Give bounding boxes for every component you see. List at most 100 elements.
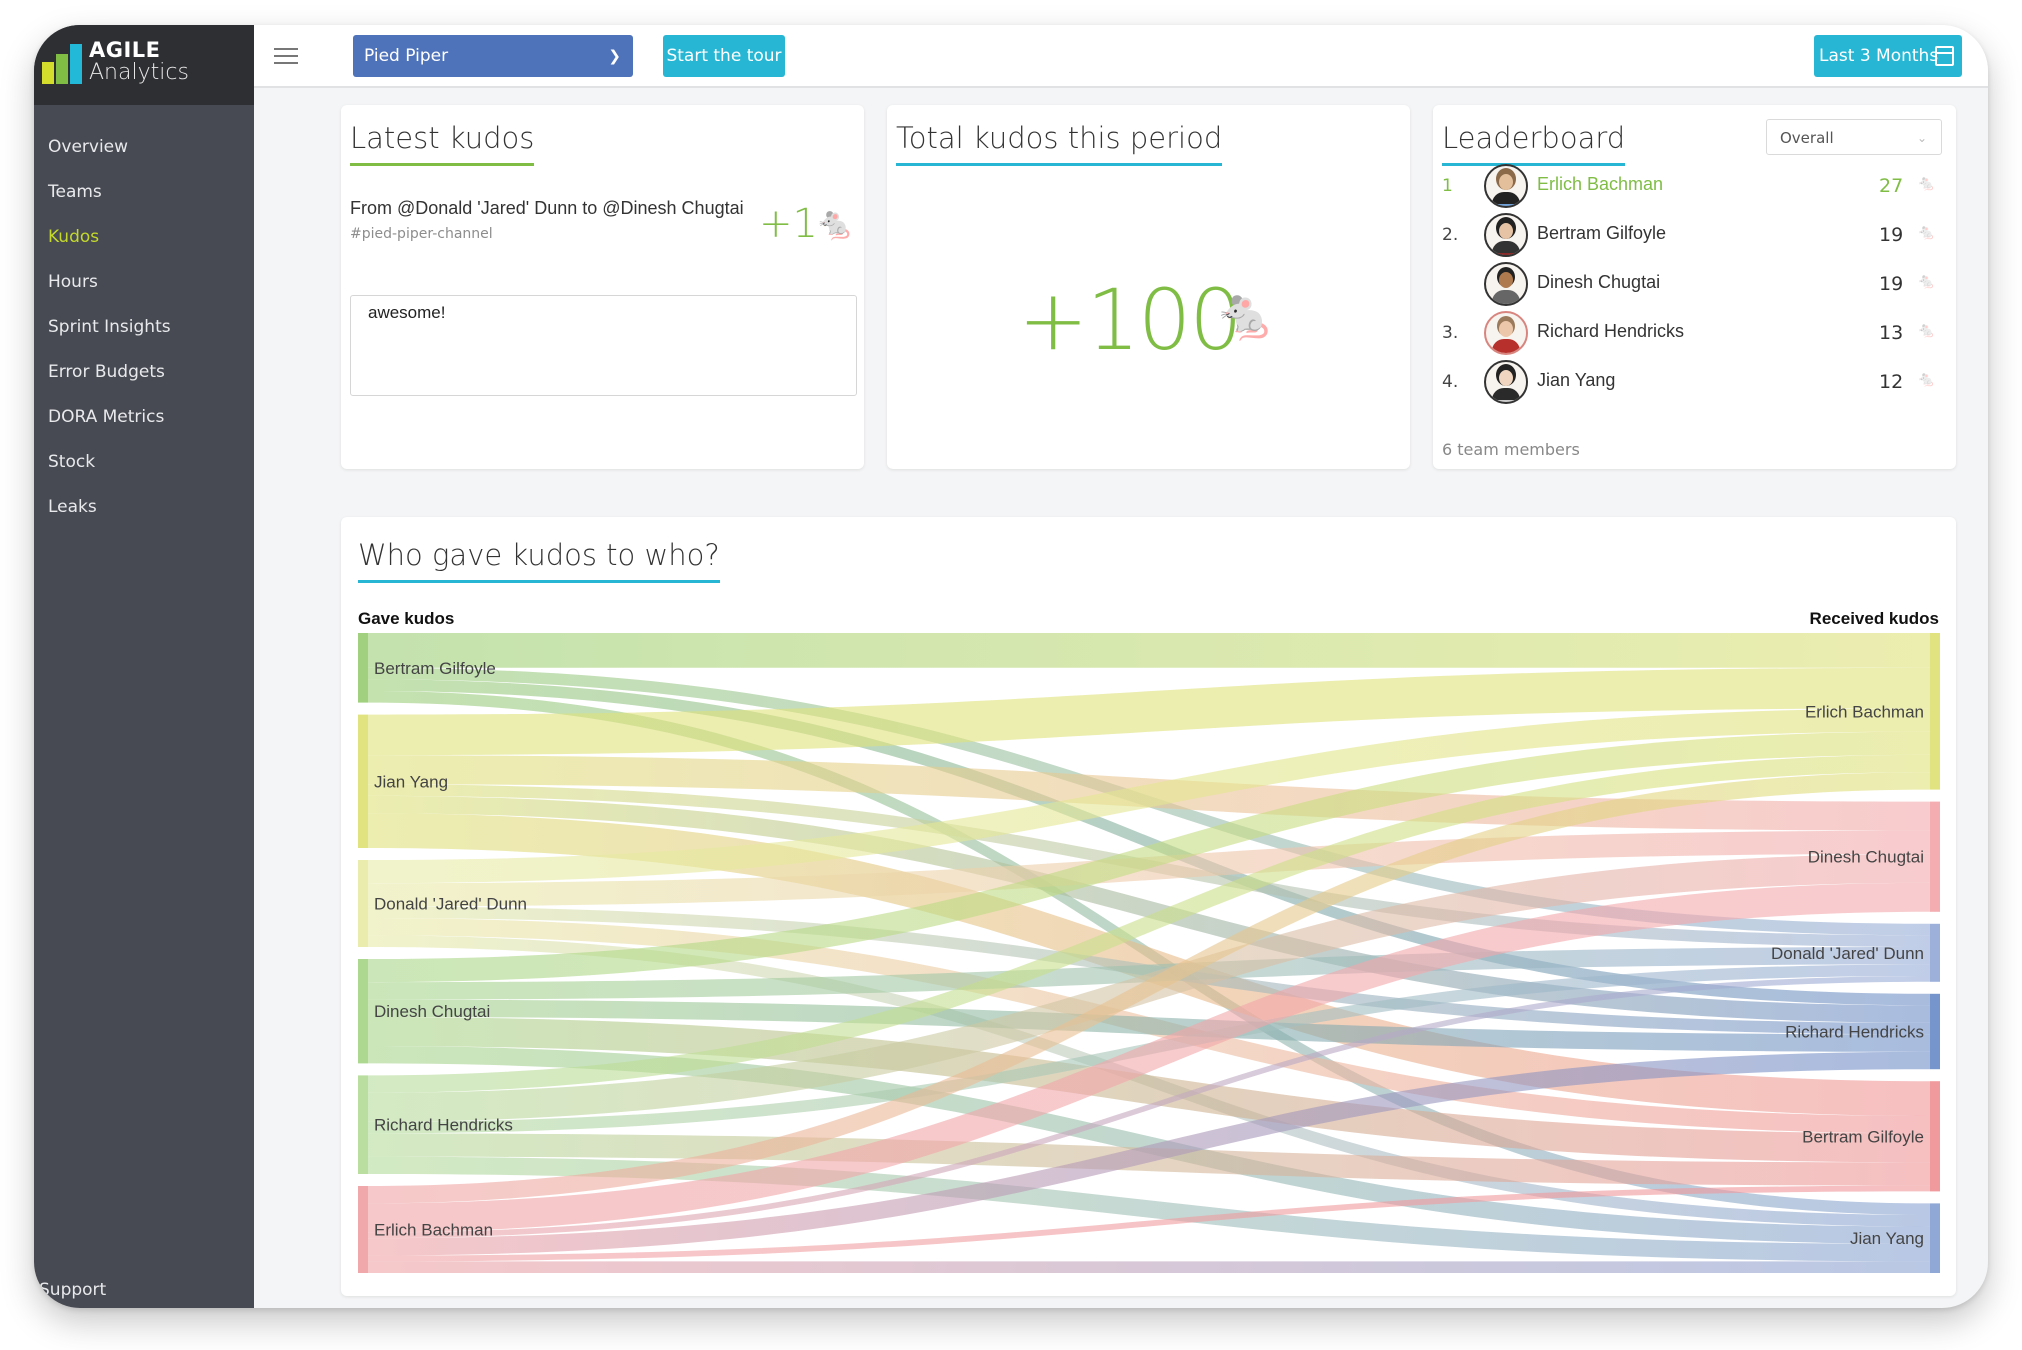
target-node[interactable]: [1930, 1203, 1940, 1273]
leaderboard-score: 12: [1879, 371, 1904, 393]
start-tour-button[interactable]: Start the tour: [663, 35, 785, 77]
source-node[interactable]: [358, 959, 368, 1064]
leaderboard-card: Leaderboard Overall ⌄ 1 Erlich Bachman 2…: [1433, 105, 1956, 469]
latest-kudos-title: Latest kudos: [350, 121, 535, 166]
hamburger-icon[interactable]: [274, 48, 298, 66]
target-node-label: Bertram Gilfoyle: [1802, 1127, 1924, 1146]
kudo-channel: #pied-piper-channel: [350, 226, 493, 242]
logo-bars-icon: [42, 42, 84, 84]
leaderboard-name[interactable]: Dinesh Chugtai: [1537, 272, 1660, 293]
logo-title: AGILE: [89, 38, 161, 62]
source-node[interactable]: [358, 1186, 368, 1273]
avatar: [1484, 262, 1528, 306]
sidebar-item-sprint-insights[interactable]: Sprint Insights: [34, 305, 254, 350]
sidebar-item-error-budgets[interactable]: Error Budgets: [34, 350, 254, 395]
logo[interactable]: AGILE Analytics: [34, 25, 254, 105]
leaderboard-title: Leaderboard: [1442, 121, 1626, 166]
leaderboard-rank: 1: [1442, 176, 1453, 196]
source-node-label: Erlich Bachman: [374, 1221, 493, 1240]
leaderboard-score: 19: [1879, 273, 1904, 295]
sidebar-item-kudos[interactable]: Kudos: [34, 215, 254, 260]
chevron-down-icon: ⌄: [1916, 131, 1927, 145]
sidebar-item-overview[interactable]: Overview: [34, 125, 254, 170]
leaderboard-row: 2. Bertram Gilfoyle 19 🐁: [1442, 211, 1937, 259]
leaderboard-row: 3. Richard Hendricks 13 🐁: [1442, 309, 1937, 357]
target-node[interactable]: [1930, 801, 1940, 912]
kudos-flow-title: Who gave kudos to who?: [358, 538, 720, 583]
mouse-icon: 🐁: [1214, 285, 1277, 343]
target-node[interactable]: [1930, 993, 1940, 1070]
kudos-sankey-chart: Bertram Gilfoyle Jian Yang Donald 'Jared' …: [358, 633, 1940, 1273]
leaderboard-name[interactable]: Bertram Gilfoyle: [1537, 223, 1666, 244]
sidebar-item-hours[interactable]: Hours: [34, 260, 254, 305]
period-label: Last 3 Months: [1819, 46, 1939, 66]
logo-subtitle: Analytics: [89, 60, 189, 85]
period-button[interactable]: Last 3 Months: [1814, 35, 1962, 77]
source-node-label: Donald 'Jared' Dunn: [374, 895, 527, 914]
leaderboard-rank: 4.: [1442, 372, 1459, 392]
leaderboard-row: 4. Jian Yang 12 🐁: [1442, 358, 1937, 406]
sidebar: AGILE Analytics Overview Teams Kudos Hou…: [34, 25, 254, 1308]
leaderboard-score: 13: [1879, 322, 1904, 344]
topbar: Pied Piper ❯ Start the tour Last 3 Month…: [254, 25, 1988, 88]
source-node[interactable]: [358, 860, 368, 947]
leaderboard-rank: 3.: [1442, 323, 1459, 343]
received-kudos-label: Received kudos: [1809, 609, 1939, 628]
source-node[interactable]: [358, 633, 368, 703]
leaderboard-row: 1 Erlich Bachman 27 🐁: [1442, 162, 1937, 210]
sankey-link[interactable]: [368, 633, 1930, 668]
leaderboard-name[interactable]: Jian Yang: [1537, 370, 1615, 391]
mouse-icon: 🐁: [1917, 223, 1936, 241]
mouse-icon: 🐁: [815, 204, 855, 242]
leaderboard-row: Dinesh Chugtai 19 🐁: [1442, 260, 1937, 308]
target-node-label: Dinesh Chugtai: [1808, 848, 1924, 867]
target-node[interactable]: [1930, 923, 1940, 982]
leaderboard-rank: 2.: [1442, 225, 1459, 245]
leaderboard-name[interactable]: Richard Hendricks: [1537, 321, 1684, 342]
support-link[interactable]: Support: [39, 1280, 106, 1300]
sidebar-item-teams[interactable]: Teams: [34, 170, 254, 215]
mouse-icon: 🐁: [1917, 370, 1936, 388]
source-node-label: Bertram Gilfoyle: [374, 659, 496, 678]
kudo-amount: +1: [759, 201, 818, 247]
avatar: [1484, 360, 1528, 404]
source-node[interactable]: [358, 1075, 368, 1174]
total-kudos-card: Total kudos this period +100 🐁: [887, 105, 1410, 469]
team-member-count: 6 team members: [1442, 440, 1580, 459]
leaderboard-score: 27: [1879, 175, 1904, 197]
kudo-message: awesome!: [350, 295, 857, 396]
leaderboard-score: 19: [1879, 224, 1904, 246]
target-node[interactable]: [1930, 1081, 1940, 1192]
kudo-from-line: From @Donald 'Jared' Dunn to @Dinesh Chu…: [350, 198, 744, 218]
mouse-icon: 🐁: [1917, 272, 1936, 290]
team-select[interactable]: Pied Piper ❯: [353, 35, 633, 77]
source-node[interactable]: [358, 714, 368, 848]
avatar: [1484, 311, 1528, 355]
target-node-label: Richard Hendricks: [1785, 1023, 1924, 1042]
latest-kudos-card: Latest kudos From @Donald 'Jared' Dunn t…: [341, 105, 864, 469]
source-node-label: Jian Yang: [374, 772, 448, 791]
gave-kudos-label: Gave kudos: [358, 609, 455, 628]
total-kudos-value: +100: [1018, 271, 1243, 369]
leaderboard-name[interactable]: Erlich Bachman: [1537, 174, 1663, 195]
total-kudos-title: Total kudos this period: [896, 121, 1223, 166]
leaderboard-filter-value: Overall: [1780, 129, 1834, 147]
sankey-link[interactable]: [368, 1261, 1930, 1273]
app-window: AGILE Analytics Overview Teams Kudos Hou…: [34, 25, 1988, 1308]
sidebar-item-dora-metrics[interactable]: DORA Metrics: [34, 395, 254, 440]
avatar: [1484, 213, 1528, 257]
target-node[interactable]: [1930, 633, 1940, 790]
team-select-value: Pied Piper: [364, 46, 449, 66]
target-node-label: Erlich Bachman: [1805, 702, 1924, 721]
sidebar-nav: Overview Teams Kudos Hours Sprint Insigh…: [34, 125, 254, 530]
sidebar-item-leaks[interactable]: Leaks: [34, 485, 254, 530]
target-node-label: Donald 'Jared' Dunn: [1771, 944, 1924, 963]
mouse-icon: 🐁: [1917, 321, 1936, 339]
mouse-icon: 🐁: [1917, 174, 1936, 192]
chevron-down-icon: ❯: [608, 47, 621, 65]
avatar: [1484, 164, 1528, 208]
calendar-icon: [1935, 46, 1954, 66]
sidebar-item-stock[interactable]: Stock: [34, 440, 254, 485]
leaderboard-filter-select[interactable]: Overall ⌄: [1766, 119, 1942, 155]
kudos-flow-card: Who gave kudos to who? Gave kudos Receiv…: [341, 517, 1956, 1296]
